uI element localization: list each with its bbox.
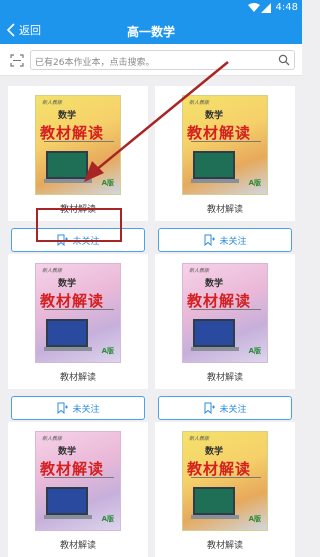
laptop-image — [193, 319, 235, 347]
edition-badge: A版 — [101, 347, 114, 355]
cover-subject: 数学 — [205, 111, 224, 121]
wifi-icon — [248, 3, 260, 12]
edition-badge: A版 — [101, 515, 114, 523]
cover-divider — [44, 309, 114, 310]
book-name: 教材解读 — [59, 373, 96, 383]
book-cover[interactable]: 新人教版 数学 教材解读 A版 — [182, 263, 268, 363]
cover-publisher: 新人教版 — [189, 436, 210, 442]
cover-publisher: 新人教版 — [189, 268, 210, 274]
cover-publisher: 新人教版 — [42, 100, 63, 106]
edition-badge: A版 — [248, 179, 261, 187]
cover-divider — [191, 477, 261, 478]
title-bar: 返回 高一数学 — [0, 17, 302, 44]
book-cover[interactable]: 新人教版 数学 教材解读 A版 — [35, 431, 121, 531]
cover-subject: 数学 — [58, 111, 77, 121]
search-icon[interactable] — [278, 54, 290, 66]
book-card[interactable]: 新人教版 数学 教材解读 A版 教材解读 — [8, 86, 148, 221]
laptop-image — [193, 151, 235, 179]
status-bar: 4:48 — [0, 0, 302, 17]
cover-divider — [44, 477, 114, 478]
laptop-base — [191, 347, 239, 351]
search-input[interactable]: 已有26本作业本，点击搜索。 — [30, 50, 295, 70]
laptop-image — [46, 319, 88, 347]
cover-publisher: 新人教版 — [189, 100, 210, 106]
cover-subject: 数学 — [205, 279, 224, 289]
cover-divider — [44, 141, 114, 142]
search-placeholder: 已有26本作业本，点击搜索。 — [35, 58, 155, 68]
book-cover[interactable]: 新人教版 数学 教材解读 A版 — [35, 95, 121, 195]
laptop-base — [44, 179, 92, 183]
cover-publisher: 新人教版 — [42, 268, 63, 274]
cover-title: 教材解读 — [40, 124, 105, 142]
annotation-highlight-box — [36, 208, 122, 242]
cover-title: 教材解读 — [187, 460, 252, 478]
laptop-image — [193, 487, 235, 515]
book-cover[interactable]: 新人教版 数学 教材解读 A版 — [182, 431, 268, 531]
edition-badge: A版 — [248, 347, 261, 355]
laptop-base — [191, 179, 239, 183]
edition-badge: A版 — [101, 179, 114, 187]
bookmark-add-icon — [57, 402, 69, 414]
follow-label: 未关注 — [219, 404, 247, 415]
search-row: 已有26本作业本，点击搜索。 — [0, 44, 302, 76]
book-card[interactable]: 新人教版 数学 教材解读 A版 教材解读 — [155, 254, 295, 389]
cover-subject: 数学 — [205, 447, 224, 457]
follow-label: 未关注 — [72, 404, 100, 415]
status-time: 4:48 — [275, 2, 298, 13]
laptop-image — [46, 151, 88, 179]
book-cover[interactable]: 新人教版 数学 教材解读 A版 — [35, 263, 121, 363]
laptop-image — [46, 487, 88, 515]
book-name: 教材解读 — [206, 205, 243, 215]
cover-subject: 数学 — [58, 279, 77, 289]
laptop-base — [191, 515, 239, 519]
page-title: 高一数学 — [126, 25, 175, 39]
book-card[interactable]: 新人教版 数学 教材解读 A版 教材解读 — [8, 254, 148, 389]
cover-title: 教材解读 — [40, 460, 105, 478]
edition-badge: A版 — [248, 515, 261, 523]
follow-button[interactable]: 未关注 — [11, 396, 145, 420]
cover-title: 教材解读 — [187, 124, 252, 142]
cover-publisher: 新人教版 — [42, 436, 63, 442]
signal-icon — [261, 3, 271, 13]
follow-button[interactable]: 未关注 — [158, 396, 292, 420]
scan-icon[interactable] — [10, 54, 24, 67]
book-cover[interactable]: 新人教版 数学 教材解读 A版 — [182, 95, 268, 195]
follow-button[interactable]: 未关注 — [158, 228, 292, 252]
cover-title: 教材解读 — [187, 292, 252, 310]
book-name: 教材解读 — [206, 373, 243, 383]
laptop-base — [44, 347, 92, 351]
book-card[interactable]: 新人教版 数学 教材解读 A版 教材解读 — [155, 86, 295, 221]
bookmark-add-icon — [204, 402, 216, 414]
follow-label: 未关注 — [219, 236, 247, 247]
book-name: 教材解读 — [206, 541, 243, 551]
cover-title: 教材解读 — [40, 292, 105, 310]
bookmark-add-icon — [204, 234, 216, 246]
cover-divider — [191, 309, 261, 310]
laptop-base — [44, 515, 92, 519]
book-name: 教材解读 — [59, 541, 96, 551]
cover-subject: 数学 — [58, 447, 77, 457]
cover-divider — [191, 141, 261, 142]
